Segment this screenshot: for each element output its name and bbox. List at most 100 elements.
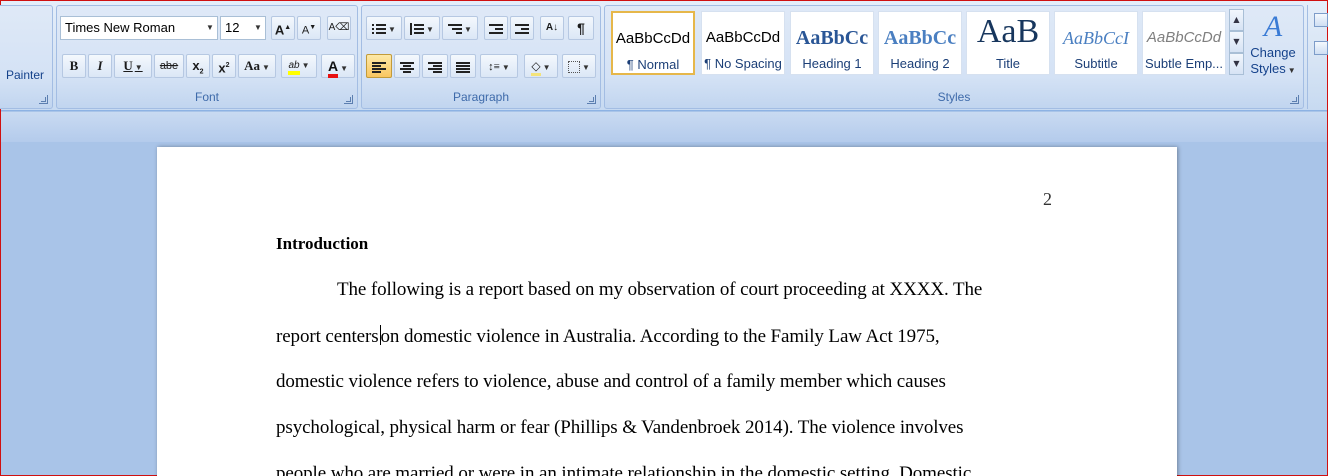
paint-bucket-icon: ◇ bbox=[531, 59, 541, 76]
align-left-icon bbox=[372, 61, 386, 74]
grow-font-icon: A bbox=[274, 22, 285, 38]
style-sample: AaBbCcDd bbox=[615, 30, 691, 47]
document-background bbox=[1, 112, 1327, 142]
style-sample: AaBbCcDd bbox=[705, 29, 781, 46]
sort-button[interactable]: A↓ bbox=[540, 16, 564, 40]
line-spacing-button[interactable]: ↕≡ ▼ bbox=[480, 54, 518, 78]
multilevel-list-button[interactable]: ▼ bbox=[442, 16, 478, 40]
style-subtle-emphasis[interactable]: AaBbCcDd Subtle Emp... bbox=[1142, 11, 1226, 75]
style-normal[interactable]: AaBbCcDd ¶ Normal bbox=[611, 11, 695, 75]
chevron-down-icon[interactable]: ▼ bbox=[203, 17, 217, 39]
find-icon[interactable] bbox=[1314, 13, 1328, 27]
chevron-down-icon[interactable]: ▼ bbox=[340, 64, 348, 73]
borders-icon bbox=[568, 61, 581, 74]
bullets-icon bbox=[372, 23, 387, 35]
bold-icon: B bbox=[69, 58, 79, 73]
page-number: 2 bbox=[1043, 189, 1052, 209]
line-spacing-icon: ↕≡ bbox=[488, 61, 500, 73]
style-name: Subtle Emp... bbox=[1144, 56, 1224, 71]
decrease-indent-button[interactable] bbox=[484, 16, 508, 40]
font-dialog-launcher-icon[interactable] bbox=[344, 95, 353, 104]
clear-formatting-button[interactable]: A⌫ bbox=[327, 16, 351, 40]
align-right-icon bbox=[428, 61, 442, 74]
style-sample: AaBbCc bbox=[795, 27, 869, 49]
chevron-down-icon[interactable]: ▼ bbox=[251, 17, 265, 39]
chevron-up-icon[interactable]: ▲ bbox=[1229, 9, 1244, 31]
change-styles-button[interactable]: A Change Styles ▼ bbox=[1246, 9, 1300, 89]
font-color-icon: A bbox=[327, 58, 339, 78]
underline-button[interactable]: U ▼ bbox=[114, 54, 152, 78]
chevron-down-icon[interactable]: ▼ bbox=[426, 25, 434, 34]
change-case-icon: Aa bbox=[244, 58, 260, 73]
align-center-button[interactable] bbox=[394, 54, 420, 78]
chevron-down-icon[interactable]: ▼ bbox=[262, 63, 270, 72]
sort-icon: A↓ bbox=[545, 22, 559, 33]
subscript-button[interactable]: x2 bbox=[186, 54, 210, 78]
style-name: Subtitle bbox=[1074, 56, 1118, 71]
paragraph-line-2[interactable]: report centers on domestic violence in Au… bbox=[276, 325, 940, 348]
replace-icon[interactable] bbox=[1314, 41, 1328, 55]
align-right-button[interactable] bbox=[422, 54, 448, 78]
more-styles-icon[interactable]: ▼ bbox=[1229, 53, 1244, 75]
change-styles-label-row: Styles ▼ bbox=[1246, 61, 1300, 79]
show-formatting-button[interactable]: ¶ bbox=[568, 16, 594, 40]
change-styles-icon: A bbox=[1263, 10, 1283, 43]
chevron-down-icon[interactable]: ▼ bbox=[582, 63, 590, 72]
grow-font-button[interactable]: A▲ bbox=[271, 16, 295, 40]
shrink-font-button[interactable]: A▼ bbox=[297, 16, 321, 40]
decrease-indent-icon bbox=[489, 23, 503, 35]
style-sample: AaBbCc bbox=[883, 27, 957, 49]
style-heading-1[interactable]: AaBbCc Heading 1 bbox=[790, 11, 874, 75]
styles-dialog-launcher-icon[interactable] bbox=[1290, 95, 1299, 104]
paragraph-line-4[interactable]: psychological, physical harm or fear (Ph… bbox=[276, 417, 964, 439]
font-name-combo[interactable]: Times New Roman ▼ bbox=[60, 16, 218, 40]
chevron-down-icon[interactable]: ▼ bbox=[135, 63, 143, 72]
borders-button[interactable]: ▼ bbox=[562, 54, 596, 78]
paragraph-line-1[interactable]: The following is a report based on my ob… bbox=[337, 279, 982, 301]
style-subtitle[interactable]: AaBbCcI Subtitle bbox=[1054, 11, 1138, 75]
styles-group-label: Styles bbox=[937, 90, 971, 104]
change-styles-label-2: Styles bbox=[1250, 61, 1286, 76]
chevron-down-icon[interactable]: ▼ bbox=[302, 61, 310, 70]
style-heading-2[interactable]: AaBbCc Heading 2 bbox=[878, 11, 962, 75]
style-title[interactable]: AaB Title bbox=[966, 11, 1050, 75]
document-page[interactable]: 2 Introduction The following is a report… bbox=[157, 147, 1177, 476]
paragraph-line-3[interactable]: domestic violence refers to violence, ab… bbox=[276, 371, 946, 393]
shading-button[interactable]: ◇ ▼ bbox=[524, 54, 558, 78]
strikethrough-button[interactable]: abe bbox=[154, 54, 184, 78]
clipboard-group: Painter bbox=[0, 5, 53, 109]
font-color-button[interactable]: A ▼ bbox=[321, 54, 355, 78]
justify-button[interactable] bbox=[450, 54, 476, 78]
superscript-button[interactable]: x2 bbox=[212, 54, 236, 78]
superscript-icon: x bbox=[218, 60, 226, 76]
increase-indent-button[interactable] bbox=[510, 16, 534, 40]
numbering-button[interactable]: ▼ bbox=[404, 16, 440, 40]
paragraph-line-5[interactable]: people who are married or were in an int… bbox=[276, 463, 971, 476]
format-painter-label[interactable]: Painter bbox=[6, 68, 44, 82]
chevron-down-icon[interactable]: ▼ bbox=[543, 63, 551, 72]
style-sample: AaB bbox=[976, 14, 1040, 50]
subscript-icon: x bbox=[192, 58, 200, 73]
chevron-down-icon[interactable]: ▼ bbox=[502, 63, 510, 72]
paragraph-dialog-launcher-icon[interactable] bbox=[587, 95, 596, 104]
section-heading[interactable]: Introduction bbox=[276, 234, 368, 254]
increase-indent-icon bbox=[515, 23, 529, 35]
change-case-button[interactable]: Aa ▼ bbox=[238, 54, 276, 78]
style-no-spacing[interactable]: AaBbCcDd ¶ No Spacing bbox=[701, 11, 785, 75]
chevron-down-icon[interactable]: ▼ bbox=[1229, 31, 1244, 53]
italic-button[interactable]: I bbox=[88, 54, 112, 78]
bold-button[interactable]: B bbox=[62, 54, 86, 78]
multilevel-list-icon bbox=[448, 23, 463, 35]
bullets-button[interactable]: ▼ bbox=[366, 16, 402, 40]
underline-icon: U bbox=[123, 58, 133, 73]
chevron-down-icon[interactable]: ▼ bbox=[464, 25, 472, 34]
paragraph-line-3-text: domestic violence refers to violence, ab… bbox=[276, 371, 946, 392]
highlight-button[interactable]: ab ▼ bbox=[281, 54, 317, 78]
chevron-down-icon[interactable]: ▼ bbox=[388, 25, 396, 34]
align-left-button[interactable] bbox=[366, 54, 392, 78]
clipboard-dialog-launcher-icon[interactable] bbox=[39, 95, 48, 104]
font-size-combo[interactable]: 12 ▼ bbox=[220, 16, 266, 40]
font-size-value: 12 bbox=[225, 20, 240, 35]
style-name: Heading 1 bbox=[802, 56, 862, 71]
change-styles-label-1: Change bbox=[1250, 45, 1296, 60]
